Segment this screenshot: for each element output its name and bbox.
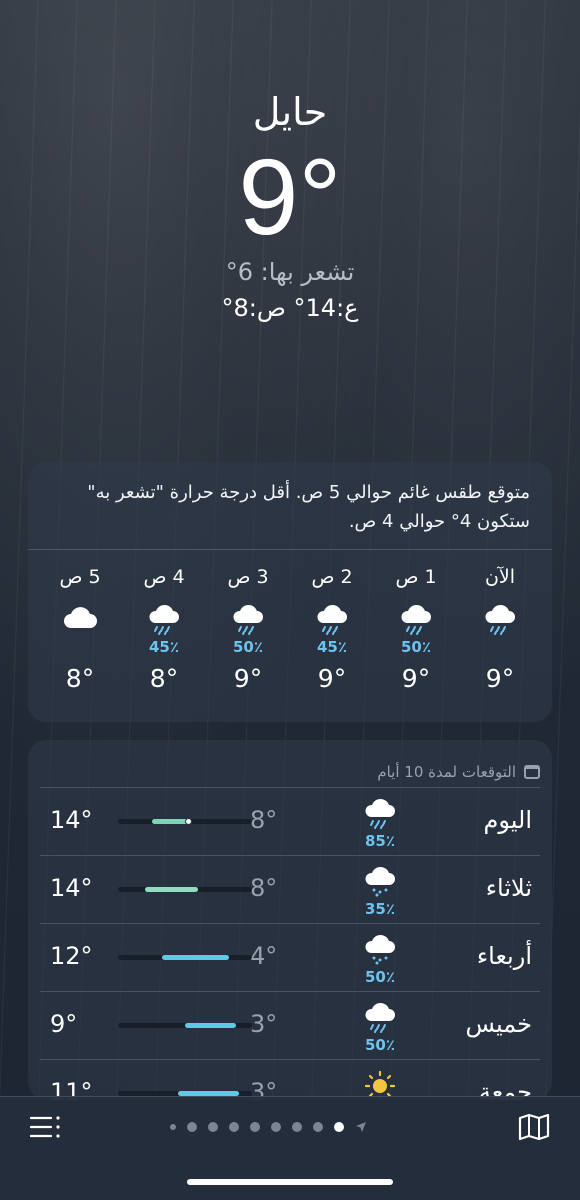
low-temp: 4° xyxy=(250,942,278,970)
hour-temp: 9° xyxy=(233,664,263,693)
ten-day-header: التوقعات لمدة 10 أيام xyxy=(40,740,540,788)
high-low: ع:14° ص:8° xyxy=(221,294,359,322)
day-label: اليوم xyxy=(483,806,532,834)
high-temp: 12° xyxy=(50,942,93,970)
day-precip: 85٪ xyxy=(364,832,396,850)
hour-precip: 50٪ xyxy=(232,638,264,656)
low-temp: 8° xyxy=(250,806,278,834)
page-dot[interactable] xyxy=(334,1122,344,1132)
hour-item: 2 ص 45٪ 9° xyxy=(290,550,374,720)
temp-range-bar xyxy=(118,887,252,892)
hourly-forecast-card[interactable]: متوقع طقس غائم حوالي 5 ص. أقل درجة حرارة… xyxy=(28,462,552,722)
hour-precip: 45٪ xyxy=(316,638,348,656)
calendar-icon xyxy=(524,764,540,779)
temp-range-bar xyxy=(118,818,252,825)
hour-temp: 8° xyxy=(149,664,179,693)
ten-day-title: التوقعات لمدة 10 أيام xyxy=(377,762,516,781)
daily-row[interactable]: جمعة 3° 11° xyxy=(40,1060,540,1100)
day-label: ثلاثاء xyxy=(485,874,532,902)
page-dot[interactable] xyxy=(229,1122,239,1132)
hourly-strip[interactable]: الآن 9° 1 ص 50٪ 9° 2 ص 45٪ 9° 3 ص 50٪ 9°… xyxy=(28,550,552,720)
bottom-toolbar xyxy=(0,1096,580,1200)
day-precip: 50٪ xyxy=(364,1036,396,1054)
page-dot[interactable] xyxy=(208,1122,218,1132)
daily-row[interactable]: خميس 50٪ 3° 9° xyxy=(40,992,540,1060)
hour-label: الآن xyxy=(484,566,516,588)
current-temp-marker xyxy=(184,818,192,825)
hour-item: 5 ص 8° xyxy=(38,550,122,720)
high-temp: 14° xyxy=(50,806,93,834)
temp-range-fill xyxy=(162,955,230,960)
page-indicator[interactable] xyxy=(170,1119,367,1135)
temp-range-bar xyxy=(118,955,252,960)
hour-precip: 50٪ xyxy=(400,638,432,656)
current-temperature: 9° xyxy=(238,136,342,257)
hour-temp: 8° xyxy=(65,664,95,693)
ten-day-forecast-card[interactable]: التوقعات لمدة 10 أيام اليوم 85٪ 8° 14° ثلاثا… xyxy=(28,740,552,1100)
day-label: أربعاء xyxy=(476,942,532,970)
list-icon[interactable] xyxy=(29,1115,62,1139)
hour-label: 4 ص xyxy=(143,566,185,588)
page-dot[interactable] xyxy=(250,1122,260,1132)
temp-range-fill xyxy=(185,1023,236,1028)
home-indicator xyxy=(187,1179,393,1185)
hour-temp: 9° xyxy=(317,664,347,693)
hour-label: 1 ص xyxy=(395,566,437,588)
location-arrow-icon[interactable] xyxy=(355,1118,367,1137)
high-temp: 9° xyxy=(50,1010,78,1038)
temp-range-fill xyxy=(144,887,199,892)
low-temp: 3° xyxy=(250,1010,278,1038)
hour-label: 3 ص xyxy=(227,566,269,588)
feels-like: تشعر بها: 6° xyxy=(225,258,355,286)
hour-label: 5 ص xyxy=(59,566,101,588)
city-name: حايل xyxy=(252,90,328,134)
daily-list: اليوم 85٪ 8° 14° ثلاثاء 35٪ 8° 14° أربعاء 50٪ 4° 12… xyxy=(28,788,552,1100)
map-icon[interactable] xyxy=(518,1113,550,1141)
daily-row[interactable]: ثلاثاء 35٪ 8° 14° xyxy=(40,856,540,924)
page-dot[interactable] xyxy=(271,1122,281,1132)
rain-cloud-icon xyxy=(358,1002,402,1034)
daily-row[interactable]: اليوم 85٪ 8° 14° xyxy=(40,788,540,856)
low-temp: 8° xyxy=(250,874,278,902)
day-label: خميس xyxy=(465,1010,532,1038)
hourly-summary: متوقع طقس غائم حوالي 5 ص. أقل درجة حرارة… xyxy=(28,462,552,550)
hour-temp: 9° xyxy=(485,664,515,693)
day-precip: 35٪ xyxy=(364,900,396,918)
rain-cloud-icon xyxy=(206,604,290,636)
rain-cloud-icon xyxy=(374,604,458,636)
high-temp: 14° xyxy=(50,874,93,902)
rain-cloud-icon xyxy=(358,798,402,830)
hour-item: 3 ص 50٪ 9° xyxy=(206,550,290,720)
current-conditions: حايل 9° تشعر بها: 6° ع:14° ص:8° xyxy=(0,90,580,322)
temp-range-bar xyxy=(118,1023,252,1028)
rain-cloud-icon xyxy=(290,604,374,636)
cloud-icon xyxy=(38,604,122,636)
page-dot[interactable] xyxy=(313,1122,323,1132)
drizzle-cloud-icon xyxy=(358,866,402,898)
hour-item: الآن 9° xyxy=(458,550,542,720)
hour-item: 1 ص 50٪ 9° xyxy=(374,550,458,720)
hour-temp: 9° xyxy=(401,664,431,693)
hour-label: 2 ص xyxy=(311,566,353,588)
page-dot[interactable] xyxy=(292,1122,302,1132)
hour-precip: 45٪ xyxy=(148,638,180,656)
hour-item: 4 ص 45٪ 8° xyxy=(122,550,206,720)
rain-cloud-icon xyxy=(122,604,206,636)
day-precip: 50٪ xyxy=(364,968,396,986)
page-dot[interactable] xyxy=(187,1122,197,1132)
drizzle-cloud-icon xyxy=(358,934,402,966)
page-dot[interactable] xyxy=(170,1124,176,1130)
daily-row[interactable]: أربعاء 50٪ 4° 12° xyxy=(40,924,540,992)
rain-cloud-icon xyxy=(458,604,542,636)
